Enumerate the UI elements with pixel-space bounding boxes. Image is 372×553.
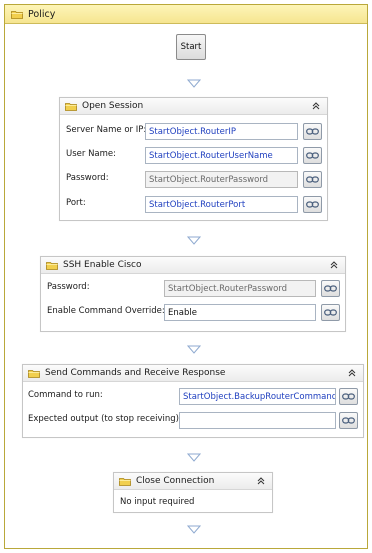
chain-link-icon — [306, 128, 319, 135]
close-connection-title: Close Connection — [136, 476, 215, 486]
password-label: Password: — [66, 173, 109, 183]
link-button[interactable] — [339, 412, 358, 429]
down-triangle-icon — [187, 453, 201, 462]
link-button[interactable] — [321, 304, 340, 321]
chain-link-icon — [324, 309, 337, 316]
send-commands-activity[interactable]: Send Commands and Receive Response Comma… — [22, 364, 364, 438]
down-triangle-icon — [187, 79, 201, 88]
link-button[interactable] — [339, 388, 358, 405]
chain-link-icon — [342, 393, 355, 400]
enable-override-field[interactable]: Enable — [164, 304, 316, 321]
chain-link-icon — [324, 285, 337, 292]
close-connection-body: No input required — [120, 497, 195, 507]
send-commands-header[interactable]: Send Commands and Receive Response — [23, 365, 363, 382]
folder-icon — [11, 10, 23, 19]
down-triangle-icon — [187, 345, 201, 354]
ssh-password-field: StartObject.RouterPassword — [164, 280, 316, 297]
ssh-enable-cisco-activity[interactable]: SSH Enable Cisco Password: StartObject.R… — [40, 256, 346, 332]
user-name-label: User Name: — [66, 149, 117, 159]
send-commands-title: Send Commands and Receive Response — [45, 368, 226, 378]
start-node[interactable]: Start — [176, 34, 206, 60]
link-button[interactable] — [303, 196, 322, 213]
chain-link-icon — [306, 201, 319, 208]
collapse-chevron-icon[interactable] — [347, 368, 357, 378]
collapse-chevron-icon[interactable] — [329, 260, 339, 270]
policy-title: Policy — [28, 8, 56, 20]
chain-link-icon — [342, 417, 355, 424]
link-button[interactable] — [303, 147, 322, 164]
chain-link-icon — [306, 152, 319, 159]
expected-output-field[interactable] — [179, 412, 336, 429]
down-triangle-icon — [187, 236, 201, 245]
folder-icon — [46, 261, 58, 270]
expected-output-label: Expected output (to stop receiving): — [28, 414, 182, 424]
open-session-header[interactable]: Open Session — [60, 98, 327, 115]
enable-override-label: Enable Command Override: — [47, 306, 165, 316]
port-field[interactable]: StartObject.RouterPort — [145, 196, 298, 213]
link-button[interactable] — [303, 123, 322, 140]
folder-icon — [65, 102, 77, 111]
folder-icon — [119, 477, 131, 486]
port-label: Port: — [66, 198, 86, 208]
close-connection-activity[interactable]: Close Connection No input required — [113, 472, 273, 513]
ssh-password-label: Password: — [47, 282, 90, 292]
server-name-field[interactable]: StartObject.RouterIP — [145, 123, 298, 140]
open-session-title: Open Session — [82, 101, 144, 111]
command-field[interactable]: StartObject.BackupRouterCommand — [179, 388, 336, 405]
collapse-chevron-icon[interactable] — [256, 476, 266, 486]
collapse-chevron-icon[interactable] — [311, 101, 321, 111]
user-name-field[interactable]: StartObject.RouterUserName — [145, 147, 298, 164]
ssh-enable-title: SSH Enable Cisco — [63, 260, 142, 270]
command-label: Command to run: — [28, 390, 103, 400]
close-connection-header[interactable]: Close Connection — [114, 473, 272, 490]
open-session-activity[interactable]: Open Session Server Name or IP: StartObj… — [59, 97, 328, 221]
link-button[interactable] — [321, 280, 340, 297]
link-button[interactable] — [303, 171, 322, 188]
policy-header[interactable]: Policy — [5, 5, 367, 24]
down-triangle-icon — [187, 525, 201, 534]
chain-link-icon — [306, 176, 319, 183]
server-name-label: Server Name or IP: — [66, 125, 147, 135]
ssh-enable-header[interactable]: SSH Enable Cisco — [41, 257, 345, 274]
password-field: StartObject.RouterPassword — [145, 171, 298, 188]
folder-icon — [28, 369, 40, 378]
